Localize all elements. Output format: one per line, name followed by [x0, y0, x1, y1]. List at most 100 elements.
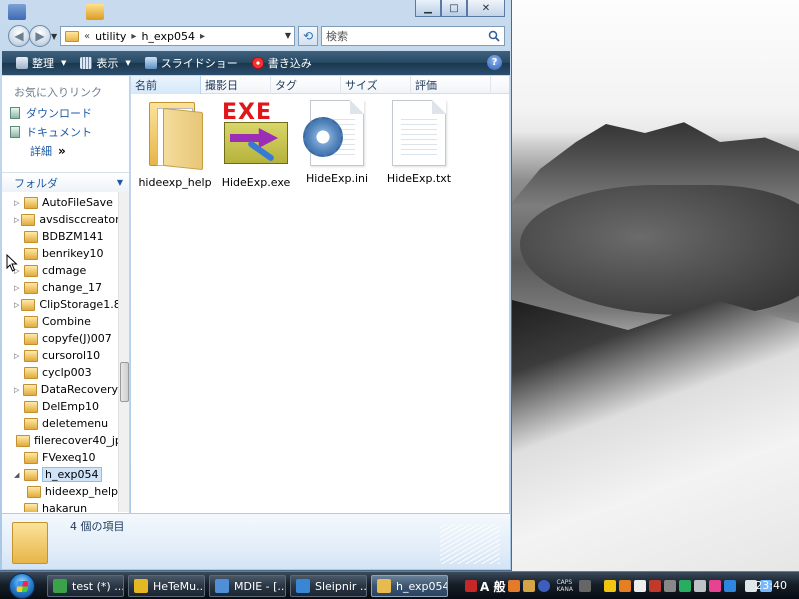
- tray-icon-2[interactable]: [619, 580, 631, 592]
- minimize-button[interactable]: ▁: [415, 0, 441, 17]
- tree-item[interactable]: hakarun: [2, 500, 118, 512]
- chevron-right-icon[interactable]: ▸: [131, 31, 136, 42]
- taskbar-button[interactable]: MDIE - [...: [209, 575, 286, 597]
- forward-button[interactable]: ▶: [29, 25, 51, 47]
- tree-item[interactable]: BDBZM141: [2, 228, 118, 245]
- search-placeholder: 検索: [326, 30, 348, 43]
- tree-item[interactable]: ◢ h_exp054: [2, 466, 118, 483]
- search-input[interactable]: 検索: [321, 26, 505, 46]
- folder-icon: [12, 522, 48, 564]
- column-header-name[interactable]: 名前: [131, 76, 201, 94]
- tree-scrollbar[interactable]: [118, 192, 129, 512]
- tray-icon-3[interactable]: [634, 580, 646, 592]
- tray-icon-4[interactable]: [649, 580, 661, 592]
- close-button[interactable]: ✕: [467, 0, 505, 17]
- tray-options-icon[interactable]: [579, 580, 591, 592]
- address-bar[interactable]: « utility ▸ h_exp054 ▸ ▼: [60, 26, 295, 46]
- breadcrumb-h-exp054[interactable]: h_exp054: [141, 30, 195, 43]
- tray-icon-1[interactable]: [604, 580, 616, 592]
- taskbar-button[interactable]: HeTeMu...: [128, 575, 205, 597]
- ime-tool-icon[interactable]: [508, 580, 521, 592]
- taskbar-button[interactable]: h_exp054: [371, 575, 448, 597]
- organize-label: 整理: [32, 57, 54, 70]
- tree-scrollbar-thumb[interactable]: [120, 362, 129, 402]
- tree-item[interactable]: ▷ avsdisccreator21: [2, 211, 118, 228]
- tree-item[interactable]: hideexp_help: [2, 483, 118, 500]
- file-item-hideexp-help[interactable]: hideexp_help: [135, 100, 215, 189]
- favorites-more-link[interactable]: 詳細 »: [30, 143, 66, 159]
- folders-header[interactable]: フォルダ ▼: [2, 172, 129, 192]
- details-pane: 4 個の項目: [2, 513, 510, 569]
- expand-arrow-icon[interactable]: ▷: [14, 216, 19, 224]
- folder-icon: [24, 502, 38, 512]
- expand-arrow-icon[interactable]: ▷: [14, 199, 22, 207]
- tree-item[interactable]: deletemenu: [2, 415, 118, 432]
- burn-disc-icon: [251, 57, 264, 69]
- tree-item[interactable]: benrikey10: [2, 245, 118, 262]
- title-bar[interactable]: ▁ □ ✕: [0, 0, 511, 22]
- clock[interactable]: 23:40: [755, 579, 787, 592]
- file-item-hideexp-ini[interactable]: HideExp.ini: [297, 100, 377, 185]
- slideshow-label: スライドショー: [160, 57, 238, 70]
- maximize-button[interactable]: □: [441, 0, 467, 17]
- expand-arrow-icon[interactable]: ▷: [14, 284, 22, 292]
- tray-icon-7[interactable]: [694, 580, 706, 592]
- arrow-right-icon: ▶: [35, 29, 45, 43]
- ime-help-icon[interactable]: [538, 580, 551, 592]
- wallpaper-lake: [520, 185, 799, 315]
- tray-icon-9[interactable]: [724, 580, 736, 592]
- file-item-hideexp-txt[interactable]: HideExp.txt: [379, 100, 459, 185]
- taskbar-buttons: test (*) ... HeTeMu... MDIE - [... Sleipnir…: [47, 575, 448, 597]
- burn-button[interactable]: 書き込み: [246, 52, 318, 74]
- folder-icon: [22, 383, 37, 396]
- tree-item[interactable]: cyclp003: [2, 364, 118, 381]
- start-button[interactable]: [3, 572, 41, 599]
- column-header-date-taken[interactable]: 撮影日: [201, 76, 271, 94]
- tree-item[interactable]: ▷ ClipStorage1.8U: [2, 296, 118, 313]
- tree-item[interactable]: copyfe(J)007: [2, 330, 118, 347]
- tray-icon-8[interactable]: [709, 580, 721, 592]
- help-icon[interactable]: ?: [487, 55, 502, 70]
- tray-icon-6[interactable]: [679, 580, 691, 592]
- tree-item[interactable]: ▷ change_17: [2, 279, 118, 296]
- refresh-button[interactable]: ⟲: [298, 26, 318, 46]
- expand-arrow-icon[interactable]: ▷: [14, 301, 19, 309]
- column-header-rating[interactable]: 評価: [411, 76, 491, 94]
- tree-item[interactable]: ▷ cdmage: [2, 262, 118, 279]
- tray-icon-5[interactable]: [664, 580, 676, 592]
- ime-dictionary-icon[interactable]: [523, 580, 536, 592]
- slideshow-button[interactable]: スライドショー: [139, 52, 244, 74]
- tray-app-icon[interactable]: [465, 580, 477, 592]
- app-icon: [377, 579, 391, 593]
- collapse-arrow-icon[interactable]: ◢: [14, 471, 22, 479]
- column-header-size[interactable]: サイズ: [341, 76, 411, 94]
- folders-label: フォルダ: [14, 176, 58, 190]
- expand-arrow-icon[interactable]: ▷: [14, 352, 22, 360]
- back-button[interactable]: ◀: [8, 25, 30, 47]
- tree-item[interactable]: DelEmp10: [2, 398, 118, 415]
- address-dropdown[interactable]: ▼: [285, 31, 291, 40]
- tree-item-label: cdmage: [42, 264, 87, 277]
- favorite-documents[interactable]: ドキュメント: [10, 124, 92, 140]
- taskbar-button[interactable]: test (*) ...: [47, 575, 124, 597]
- address-overflow[interactable]: «: [84, 31, 90, 42]
- views-button[interactable]: 表示 ▼: [74, 52, 136, 74]
- tree-item[interactable]: ▷ AutoFileSave: [2, 194, 118, 211]
- recent-pages-dropdown[interactable]: ▼: [51, 32, 57, 41]
- tree-item[interactable]: ▷ cursorol10: [2, 347, 118, 364]
- favorite-downloads[interactable]: ダウンロード: [10, 105, 92, 121]
- tree-item-label: AutoFileSave: [42, 196, 113, 209]
- search-icon[interactable]: [488, 30, 500, 42]
- column-header-tags[interactable]: タグ: [271, 76, 341, 94]
- ime-indicator[interactable]: A 般: [480, 578, 505, 595]
- taskbar-button[interactable]: Sleipnir ...: [290, 575, 367, 597]
- breadcrumb-utility[interactable]: utility: [95, 30, 126, 43]
- file-item-hideexp-exe[interactable]: EXE HideExp.exe: [216, 100, 296, 189]
- tree-item[interactable]: FVexeq10: [2, 449, 118, 466]
- tree-item[interactable]: ▷ DataRecovery: [2, 381, 118, 398]
- tree-item[interactable]: filerecover40_jp2: [2, 432, 118, 449]
- expand-arrow-icon[interactable]: ▷: [14, 386, 21, 394]
- tree-item[interactable]: Combine: [2, 313, 118, 330]
- chevron-right-icon[interactable]: ▸: [200, 31, 205, 42]
- organize-button[interactable]: 整理 ▼: [10, 52, 72, 74]
